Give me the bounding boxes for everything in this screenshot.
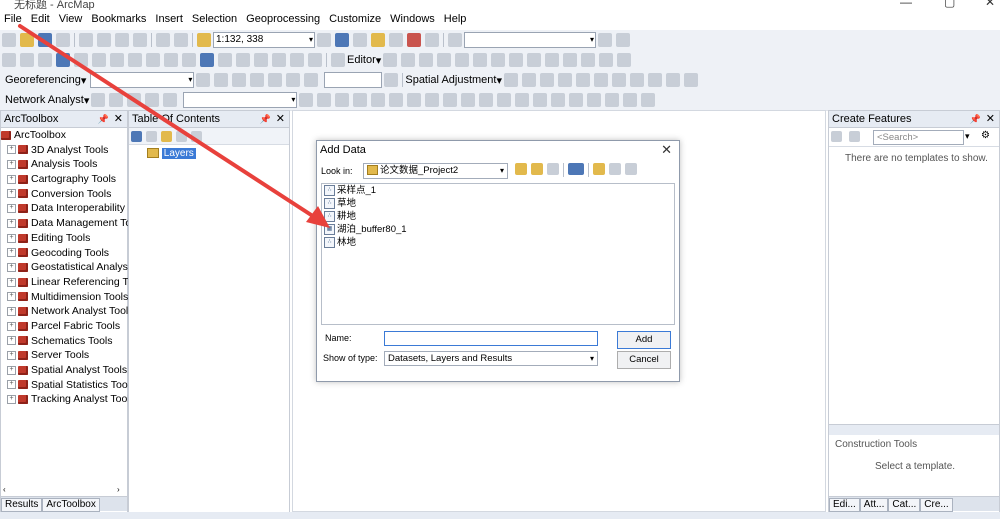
arrow-head	[306, 206, 330, 228]
arrow-shaft	[18, 24, 324, 224]
annotation-arrow	[18, 24, 330, 228]
